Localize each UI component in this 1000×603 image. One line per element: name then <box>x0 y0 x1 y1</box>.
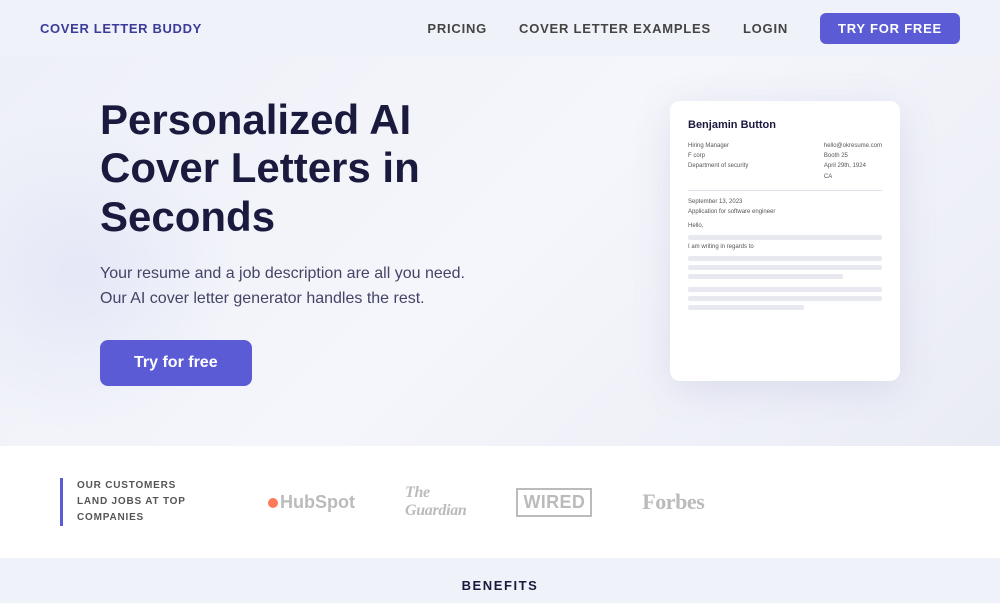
guardian-logo: TheGuardian <box>405 484 466 520</box>
doc-body-line-5 <box>688 287 882 292</box>
forbes-logo: Forbes <box>642 489 704 515</box>
doc-address-right: hello@okresume.com Booth 25 April 29th, … <box>824 141 882 182</box>
nav-examples[interactable]: COVER LETTER EXAMPLES <box>519 21 711 36</box>
hero-cta-button[interactable]: Try for free <box>100 340 252 386</box>
hero-section: Personalized AI Cover Letters in Seconds… <box>0 56 1000 446</box>
navbar: COVER LETTER BUDDY PRICING COVER LETTER … <box>0 0 1000 56</box>
doc-body-intro: I am writing in regards to <box>688 244 882 250</box>
doc-subject: Application for software engineer <box>688 209 882 215</box>
hero-title: Personalized AI Cover Letters in Seconds <box>100 96 540 241</box>
doc-body-line-1 <box>688 235 882 240</box>
brands-section: OUR CUSTOMERS LAND JOBS AT TOP COMPANIES… <box>0 446 1000 558</box>
doc-salutation: Hello, <box>688 223 882 229</box>
hubspot-logo: HubSpot <box>268 492 355 513</box>
doc-body-line-6 <box>688 296 882 301</box>
cover-letter-card: Benjamin Button Hiring Manager F corp De… <box>670 101 900 381</box>
nav-login[interactable]: LOGIN <box>743 21 788 36</box>
doc-address-block: Hiring Manager F corp Department of secu… <box>688 141 882 182</box>
doc-body-line-2 <box>688 256 882 261</box>
doc-divider <box>688 190 882 191</box>
hero-subtitle: Your resume and a job description are al… <box>100 261 480 312</box>
hero-content: Personalized AI Cover Letters in Seconds… <box>100 96 540 386</box>
doc-recipient-name: Benjamin Button <box>688 119 882 131</box>
logo: COVER LETTER BUDDY <box>40 21 202 36</box>
doc-body-line-7 <box>688 305 804 310</box>
brands-tagline: OUR CUSTOMERS LAND JOBS AT TOP COMPANIES <box>60 478 220 526</box>
doc-body-line-4 <box>688 274 843 279</box>
benefits-title: BENEFITS <box>0 578 1000 593</box>
doc-body-line-3 <box>688 265 882 270</box>
hubspot-circle-icon <box>268 498 278 508</box>
doc-address-left: Hiring Manager F corp Department of secu… <box>688 141 748 182</box>
benefits-section: BENEFITS <box>0 558 1000 603</box>
nav-pricing[interactable]: PRICING <box>427 21 487 36</box>
brands-logos: HubSpot TheGuardian WIRED Forbes <box>268 484 940 520</box>
doc-date: September 13, 2023 <box>688 199 882 205</box>
nav-links: PRICING COVER LETTER EXAMPLES LOGIN TRY … <box>427 13 960 44</box>
document-preview: Benjamin Button Hiring Manager F corp De… <box>670 101 900 381</box>
wired-logo: WIRED <box>516 488 592 517</box>
brands-tagline-text: OUR CUSTOMERS LAND JOBS AT TOP COMPANIES <box>77 478 220 526</box>
try-for-free-button[interactable]: TRY FOR FREE <box>820 13 960 44</box>
